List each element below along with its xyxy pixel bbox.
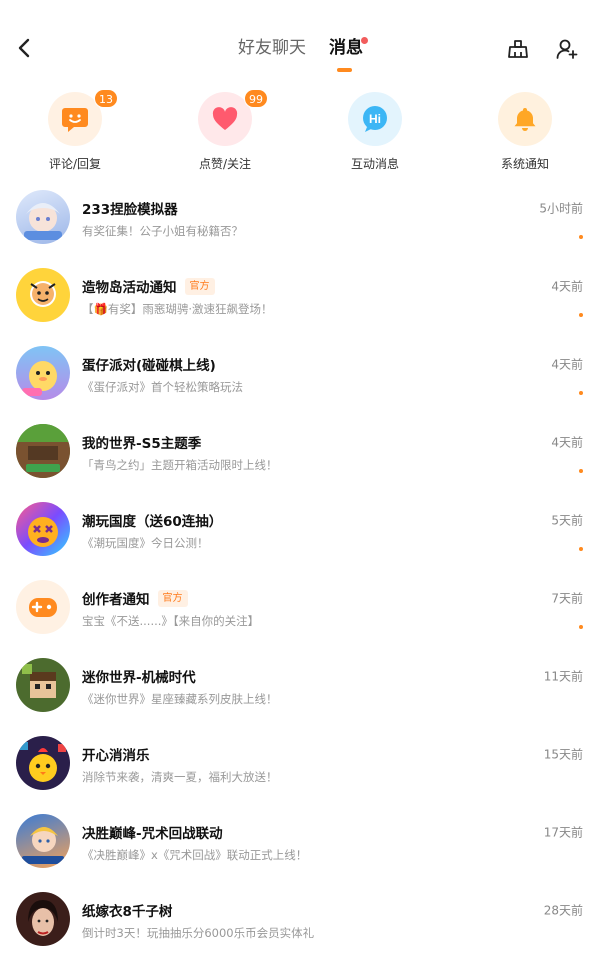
- add-user-icon: [556, 39, 578, 59]
- message-time: 7天前: [551, 591, 583, 606]
- unread-dot: [579, 547, 583, 551]
- avatar: [16, 814, 70, 868]
- avatar: [16, 268, 70, 322]
- avatar: [16, 736, 70, 790]
- broom-icon: [508, 40, 528, 58]
- tab-friend-chat[interactable]: 好友聊天: [238, 36, 306, 60]
- official-badge: 官方: [157, 589, 188, 607]
- official-badge: 官方: [184, 277, 215, 295]
- chevron-left-icon: [18, 38, 30, 58]
- message-preview: 《蛋仔派对》首个轻松策略玩法: [82, 380, 243, 394]
- bell-icon: [498, 92, 552, 146]
- message-time: 4天前: [551, 435, 583, 450]
- category-system[interactable]: 系统通知: [470, 92, 580, 172]
- category-comments[interactable]: 13 评论/回复: [20, 89, 130, 172]
- message-time: 15天前: [543, 747, 583, 762]
- message-time: 4天前: [551, 357, 583, 372]
- message-preview: 《潮玩国度》今日公测！: [82, 536, 209, 550]
- message-time: 4天前: [551, 279, 583, 294]
- category-likes[interactable]: 99 点赞/关注: [170, 89, 280, 172]
- category-label: 互动消息: [350, 157, 399, 171]
- list-item[interactable]: 我的世界-S5主题季 「青鸟之约」主题开箱活动限时上线！ 4天前: [0, 414, 600, 492]
- message-time: 28天前: [543, 903, 583, 918]
- svg-text:Hi: Hi: [369, 112, 381, 126]
- category-label: 评论/回复: [48, 157, 102, 171]
- unread-dot: [579, 391, 583, 395]
- unread-dot: [361, 37, 368, 44]
- message-title: 纸嫁衣8千子树: [82, 904, 173, 920]
- avatar: [16, 502, 70, 556]
- list-item[interactable]: 开心消消乐 消除节来袭，清爽一夏，福利大放送！ 15天前: [0, 726, 600, 804]
- message-time: 11天前: [543, 669, 583, 684]
- message-time: 17天前: [543, 825, 583, 840]
- message-title: 迷你世界-机械时代: [82, 670, 196, 686]
- message-preview: 消除节来袭，清爽一夏，福利大放送！: [82, 770, 278, 784]
- message-title: 潮玩国度（送60连抽）: [82, 514, 223, 530]
- active-tab-indicator: [337, 68, 352, 72]
- message-title: 233捏脸模拟器: [82, 202, 178, 218]
- message-preview: 【🎁有奖】雨窸瑚骋·激速狂飙登场！: [82, 302, 273, 316]
- list-item[interactable]: 蛋仔派对(碰碰棋上线) 《蛋仔派对》首个轻松策略玩法 4天前: [0, 336, 600, 414]
- message-preview: 宝宝《不送......》【来自你的关注】: [82, 614, 260, 628]
- avatar: [16, 424, 70, 478]
- avatar: [16, 190, 70, 244]
- list-item[interactable]: 创作者通知 官方 宝宝《不送......》【来自你的关注】 7天前: [0, 570, 600, 648]
- list-item[interactable]: 233捏脸模拟器 有奖征集！公子小姐有秘籍否？ 5小时前: [0, 180, 600, 258]
- unread-dot: [579, 313, 583, 317]
- message-title: 蛋仔派对(碰碰棋上线): [82, 358, 216, 374]
- unread-dot: [579, 469, 583, 473]
- add-friend-button[interactable]: [552, 34, 582, 64]
- message-time: 5小时前: [539, 201, 583, 216]
- list-item[interactable]: 纸嫁衣8千子树 倒计时3天！玩抽抽乐分6000乐币会员实体礼 28天前: [0, 882, 600, 960]
- message-categories: 13 评论/回复 99 点赞/关注 Hi 互动消息 系统通知: [0, 88, 600, 178]
- message-title: 创作者通知: [82, 592, 150, 608]
- message-title: 决胜巅峰-咒术回战联动: [82, 826, 223, 842]
- message-preview: 《迷你世界》星座臻藏系列皮肤上线！: [82, 692, 278, 706]
- clean-up-button[interactable]: [503, 34, 533, 64]
- top-bar: 好友聊天 消息: [0, 0, 600, 90]
- category-interactions[interactable]: Hi 互动消息: [320, 92, 430, 172]
- list-item[interactable]: 迷你世界-机械时代 《迷你世界》星座臻藏系列皮肤上线！ 11天前: [0, 648, 600, 726]
- comments-count-badge: 13: [94, 89, 118, 108]
- message-title: 造物岛活动通知: [82, 280, 177, 296]
- unread-dot: [579, 625, 583, 629]
- message-preview: 《决胜巅峰》x《咒术回战》联动正式上线！: [82, 848, 308, 862]
- list-item[interactable]: 造物岛活动通知 官方 【🎁有奖】雨窸瑚骋·激速狂飙登场！ 4天前: [0, 258, 600, 336]
- avatar: [16, 658, 70, 712]
- list-item[interactable]: 潮玩国度（送60连抽） 《潮玩国度》今日公测！ 5天前: [0, 492, 600, 570]
- likes-count-badge: 99: [244, 89, 268, 108]
- category-label: 点赞/关注: [198, 157, 252, 171]
- message-title: 我的世界-S5主题季: [82, 436, 202, 452]
- hi-bubble-icon: Hi: [348, 92, 402, 146]
- message-time: 5天前: [551, 513, 583, 528]
- category-label: 系统通知: [500, 157, 549, 171]
- back-button[interactable]: [10, 32, 38, 64]
- avatar: [16, 346, 70, 400]
- message-preview: 倒计时3天！玩抽抽乐分6000乐币会员实体礼: [82, 926, 315, 940]
- gamepad-icon: [16, 580, 70, 634]
- message-title: 开心消消乐: [82, 748, 150, 764]
- tab-messages[interactable]: 消息: [329, 36, 363, 60]
- list-item[interactable]: 决胜巅峰-咒术回战联动 《决胜巅峰》x《咒术回战》联动正式上线！ 17天前: [0, 804, 600, 882]
- message-preview: 有奖征集！公子小姐有秘籍否？: [82, 224, 243, 238]
- avatar: [16, 892, 70, 946]
- unread-dot: [579, 235, 583, 239]
- message-preview: 「青鸟之约」主题开箱活动限时上线！: [82, 458, 278, 472]
